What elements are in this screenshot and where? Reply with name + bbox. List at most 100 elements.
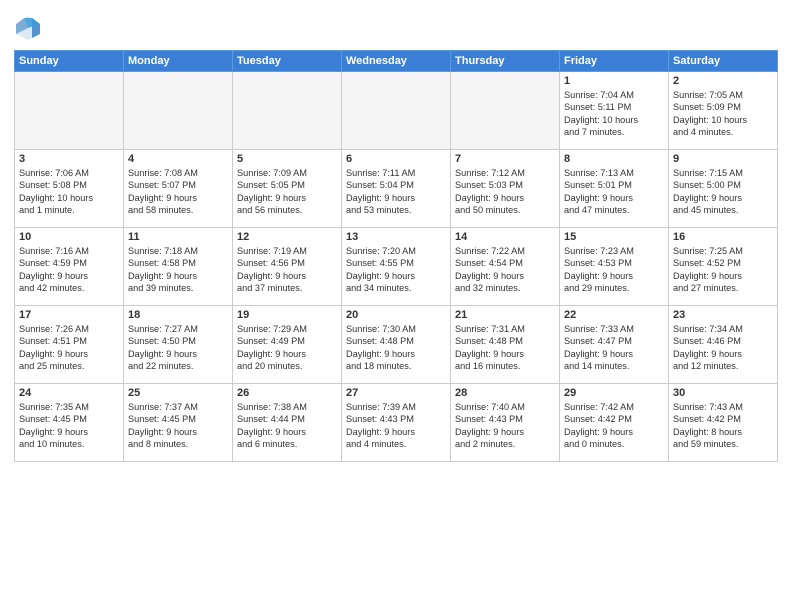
day-info: Sunrise: 7:38 AMSunset: 4:44 PMDaylight:…	[237, 401, 337, 451]
calendar-cell-w4d1: 25 Sunrise: 7:37 AMSunset: 4:45 PMDayligh…	[124, 384, 233, 462]
day-info: Sunrise: 7:27 AMSunset: 4:50 PMDaylight:…	[128, 323, 228, 373]
calendar-cell-w1d2: 5 Sunrise: 7:09 AMSunset: 5:05 PMDaylight…	[233, 150, 342, 228]
day-number: 30	[673, 387, 773, 399]
day-number: 5	[237, 153, 337, 165]
day-number: 18	[128, 309, 228, 321]
calendar-cell-w2d2: 12 Sunrise: 7:19 AMSunset: 4:56 PMDayligh…	[233, 228, 342, 306]
day-info: Sunrise: 7:26 AMSunset: 4:51 PMDaylight:…	[19, 323, 119, 373]
day-number: 28	[455, 387, 555, 399]
day-info: Sunrise: 7:04 AMSunset: 5:11 PMDaylight:…	[564, 89, 664, 139]
calendar-cell-w4d2: 26 Sunrise: 7:38 AMSunset: 4:44 PMDayligh…	[233, 384, 342, 462]
day-info: Sunrise: 7:05 AMSunset: 5:09 PMDaylight:…	[673, 89, 773, 139]
calendar-cell-w3d0: 17 Sunrise: 7:26 AMSunset: 4:51 PMDayligh…	[15, 306, 124, 384]
weekday-header-sunday: Sunday	[15, 51, 124, 72]
main-container: SundayMondayTuesdayWednesdayThursdayFrid…	[0, 0, 792, 470]
day-number: 17	[19, 309, 119, 321]
day-number: 14	[455, 231, 555, 243]
calendar-cell-w3d1: 18 Sunrise: 7:27 AMSunset: 4:50 PMDayligh…	[124, 306, 233, 384]
calendar-cell-w4d6: 30 Sunrise: 7:43 AMSunset: 4:42 PMDayligh…	[669, 384, 778, 462]
day-info: Sunrise: 7:15 AMSunset: 5:00 PMDaylight:…	[673, 167, 773, 217]
day-info: Sunrise: 7:18 AMSunset: 4:58 PMDaylight:…	[128, 245, 228, 295]
day-info: Sunrise: 7:09 AMSunset: 5:05 PMDaylight:…	[237, 167, 337, 217]
day-number: 29	[564, 387, 664, 399]
day-info: Sunrise: 7:23 AMSunset: 4:53 PMDaylight:…	[564, 245, 664, 295]
day-number: 11	[128, 231, 228, 243]
calendar-cell-w3d2: 19 Sunrise: 7:29 AMSunset: 4:49 PMDayligh…	[233, 306, 342, 384]
calendar-cell-w3d6: 23Sunrise: 7:34 AMSunset: 4:46 PMDayligh…	[669, 306, 778, 384]
day-info: Sunrise: 7:39 AMSunset: 4:43 PMDaylight:…	[346, 401, 446, 451]
day-number: 26	[237, 387, 337, 399]
calendar-cell-w2d6: 16 Sunrise: 7:25 AMSunset: 4:52 PMDayligh…	[669, 228, 778, 306]
header	[14, 10, 778, 42]
day-info: Sunrise: 7:33 AMSunset: 4:47 PMDaylight:…	[564, 323, 664, 373]
calendar-cell-w4d5: 29 Sunrise: 7:42 AMSunset: 4:42 PMDayligh…	[560, 384, 669, 462]
day-number: 12	[237, 231, 337, 243]
day-number: 23	[673, 309, 773, 321]
weekday-header-saturday: Saturday	[669, 51, 778, 72]
calendar-cell-w3d5: 22Sunrise: 7:33 AMSunset: 4:47 PMDayligh…	[560, 306, 669, 384]
day-info: Sunrise: 7:42 AMSunset: 4:42 PMDaylight:…	[564, 401, 664, 451]
calendar-cell-w1d0: 3 Sunrise: 7:06 AMSunset: 5:08 PMDaylight…	[15, 150, 124, 228]
calendar-cell-w1d6: 9 Sunrise: 7:15 AMSunset: 5:00 PMDaylight…	[669, 150, 778, 228]
calendar-table: SundayMondayTuesdayWednesdayThursdayFrid…	[14, 50, 778, 462]
day-number: 3	[19, 153, 119, 165]
weekday-header-thursday: Thursday	[451, 51, 560, 72]
week-row-4: 24 Sunrise: 7:35 AMSunset: 4:45 PMDayligh…	[15, 384, 778, 462]
day-info: Sunrise: 7:13 AMSunset: 5:01 PMDaylight:…	[564, 167, 664, 217]
day-info: Sunrise: 7:08 AMSunset: 5:07 PMDaylight:…	[128, 167, 228, 217]
calendar-cell-w1d5: 8 Sunrise: 7:13 AMSunset: 5:01 PMDaylight…	[560, 150, 669, 228]
calendar-cell-w4d3: 27 Sunrise: 7:39 AMSunset: 4:43 PMDayligh…	[342, 384, 451, 462]
day-info: Sunrise: 7:30 AMSunset: 4:48 PMDaylight:…	[346, 323, 446, 373]
calendar-cell-w2d4: 14 Sunrise: 7:22 AMSunset: 4:54 PMDayligh…	[451, 228, 560, 306]
day-number: 6	[346, 153, 446, 165]
calendar-cell-w0d1	[124, 72, 233, 150]
calendar-cell-w3d3: 20 Sunrise: 7:30 AMSunset: 4:48 PMDayligh…	[342, 306, 451, 384]
weekday-header-row: SundayMondayTuesdayWednesdayThursdayFrid…	[15, 51, 778, 72]
day-info: Sunrise: 7:40 AMSunset: 4:43 PMDaylight:…	[455, 401, 555, 451]
calendar-cell-w2d3: 13 Sunrise: 7:20 AMSunset: 4:55 PMDayligh…	[342, 228, 451, 306]
calendar-cell-w0d2	[233, 72, 342, 150]
day-number: 24	[19, 387, 119, 399]
day-info: Sunrise: 7:22 AMSunset: 4:54 PMDaylight:…	[455, 245, 555, 295]
day-info: Sunrise: 7:11 AMSunset: 5:04 PMDaylight:…	[346, 167, 446, 217]
day-number: 13	[346, 231, 446, 243]
day-number: 25	[128, 387, 228, 399]
day-info: Sunrise: 7:43 AMSunset: 4:42 PMDaylight:…	[673, 401, 773, 451]
day-number: 16	[673, 231, 773, 243]
day-number: 21	[455, 309, 555, 321]
day-number: 2	[673, 75, 773, 87]
day-number: 15	[564, 231, 664, 243]
calendar-cell-w2d5: 15 Sunrise: 7:23 AMSunset: 4:53 PMDayligh…	[560, 228, 669, 306]
calendar-cell-w3d4: 21Sunrise: 7:31 AMSunset: 4:48 PMDayligh…	[451, 306, 560, 384]
calendar-cell-w0d5: 1Sunrise: 7:04 AMSunset: 5:11 PMDaylight…	[560, 72, 669, 150]
calendar-cell-w1d3: 6 Sunrise: 7:11 AMSunset: 5:04 PMDaylight…	[342, 150, 451, 228]
day-number: 27	[346, 387, 446, 399]
day-number: 8	[564, 153, 664, 165]
calendar-cell-w1d4: 7 Sunrise: 7:12 AMSunset: 5:03 PMDaylight…	[451, 150, 560, 228]
calendar-cell-w4d4: 28 Sunrise: 7:40 AMSunset: 4:43 PMDayligh…	[451, 384, 560, 462]
day-info: Sunrise: 7:06 AMSunset: 5:08 PMDaylight:…	[19, 167, 119, 217]
week-row-2: 10 Sunrise: 7:16 AMSunset: 4:59 PMDayligh…	[15, 228, 778, 306]
day-number: 4	[128, 153, 228, 165]
day-info: Sunrise: 7:35 AMSunset: 4:45 PMDaylight:…	[19, 401, 119, 451]
calendar-cell-w0d6: 2 Sunrise: 7:05 AMSunset: 5:09 PMDaylight…	[669, 72, 778, 150]
week-row-1: 3 Sunrise: 7:06 AMSunset: 5:08 PMDaylight…	[15, 150, 778, 228]
day-info: Sunrise: 7:37 AMSunset: 4:45 PMDaylight:…	[128, 401, 228, 451]
day-info: Sunrise: 7:29 AMSunset: 4:49 PMDaylight:…	[237, 323, 337, 373]
calendar-cell-w1d1: 4 Sunrise: 7:08 AMSunset: 5:07 PMDaylight…	[124, 150, 233, 228]
day-info: Sunrise: 7:12 AMSunset: 5:03 PMDaylight:…	[455, 167, 555, 217]
day-number: 20	[346, 309, 446, 321]
weekday-header-friday: Friday	[560, 51, 669, 72]
day-number: 7	[455, 153, 555, 165]
logo	[14, 14, 46, 42]
week-row-3: 17 Sunrise: 7:26 AMSunset: 4:51 PMDayligh…	[15, 306, 778, 384]
day-number: 9	[673, 153, 773, 165]
day-info: Sunrise: 7:19 AMSunset: 4:56 PMDaylight:…	[237, 245, 337, 295]
day-number: 10	[19, 231, 119, 243]
week-row-0: 1Sunrise: 7:04 AMSunset: 5:11 PMDaylight…	[15, 72, 778, 150]
day-info: Sunrise: 7:25 AMSunset: 4:52 PMDaylight:…	[673, 245, 773, 295]
calendar-cell-w4d0: 24 Sunrise: 7:35 AMSunset: 4:45 PMDayligh…	[15, 384, 124, 462]
day-info: Sunrise: 7:20 AMSunset: 4:55 PMDaylight:…	[346, 245, 446, 295]
day-number: 19	[237, 309, 337, 321]
day-info: Sunrise: 7:16 AMSunset: 4:59 PMDaylight:…	[19, 245, 119, 295]
